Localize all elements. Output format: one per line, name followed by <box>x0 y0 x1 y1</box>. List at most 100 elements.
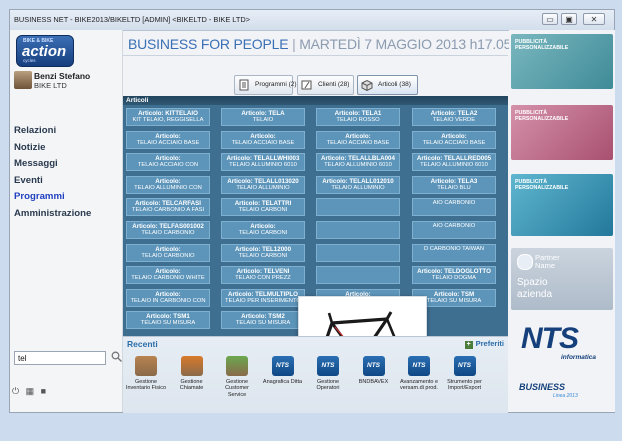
article-card[interactable]: Articolo: TEL12000 TELAIO CARBONI <box>221 243 305 262</box>
partner-line2: Name <box>535 261 556 270</box>
article-code: Articolo: TELALL013020 <box>227 177 299 185</box>
recent-item-label[interactable]: Avanzamento e versam.di prod. <box>398 379 440 392</box>
recent-item-label[interactable]: Gestione Operatori <box>307 379 349 392</box>
recent-item-label[interactable]: Anagrafica Ditta <box>262 379 304 385</box>
article-description: TELAIO CARBONIO <box>141 230 195 236</box>
article-card[interactable]: Articolo: TSM1 TELAIO SU MISURA <box>126 311 210 330</box>
calls-icon[interactable] <box>180 356 203 376</box>
article-card[interactable]: Articolo: TELA1 TELAIO ROSSO <box>316 108 400 126</box>
article-card[interactable]: Articolo: TELAIO IN CARBONIO CON <box>126 288 210 307</box>
article-card[interactable]: Articolo: TELAIO CARBONI <box>221 221 305 239</box>
customer-service-icon[interactable] <box>226 356 248 376</box>
article-card[interactable]: Articolo: TELALLRED005 TELAIO ALLUMINIO 6… <box>412 153 496 172</box>
brand-logo: BIKE & BIKE action cycles <box>16 35 74 67</box>
article-card[interactable]: Articolo: TELCARFASI TELAIO CARBONIO A FA… <box>126 198 210 217</box>
article-description: D CARBONIO TAIWAN <box>423 245 485 252</box>
minimize-button[interactable]: ▭ <box>542 13 558 25</box>
nts-icon[interactable]: NTS <box>362 356 385 376</box>
nts-icon[interactable]: NTS <box>408 356 430 376</box>
tab-articoli[interactable]: Articoli (38) <box>357 75 418 95</box>
article-code: Articolo: TELALLBLA004 <box>321 155 395 163</box>
article-code: Articolo: <box>441 132 467 140</box>
favorites-link[interactable]: + Preferiti <box>464 339 504 349</box>
article-card[interactable]: Articolo: TELDOGLOTTO TELAIO DOGMA <box>412 266 496 285</box>
article-card[interactable]: Articolo: TELA TELAIO <box>221 108 305 126</box>
recent-item-label[interactable]: Gestione Customer Service <box>216 379 258 398</box>
article-description: TELAIO ACCIAIO BASE <box>231 139 295 146</box>
inventory-icon[interactable] <box>135 356 157 376</box>
article-card[interactable]: Articolo: TELMULTIPLO TELAIO PER INSERIME… <box>221 288 305 307</box>
article-card[interactable]: Articolo: TELALL013020 TELAIO ALLUMINIO <box>221 175 305 194</box>
tab-programmi[interactable]: Programmi (2) <box>234 75 297 95</box>
search-input[interactable]: tel <box>14 351 106 365</box>
article-card[interactable]: AIO CARBONIO <box>412 221 496 239</box>
menu-item-notizie[interactable]: Notizie <box>10 142 120 159</box>
tab-clienti[interactable]: Clienti (28) <box>297 75 354 95</box>
menu-item-relazioni[interactable]: Relazioni <box>10 125 120 142</box>
article-card[interactable]: AIO CARBONIO <box>412 198 496 217</box>
article-card[interactable]: Articolo: TELALL012010 TELAIO ALLUMINIO <box>316 175 400 194</box>
article-card[interactable]: Articolo: TELVENI TELAIO CON PREZZ <box>221 266 305 285</box>
article-description: TELAIO CARBONI <box>238 207 288 214</box>
nts-icon[interactable]: NTS <box>317 356 339 376</box>
article-card[interactable]: Articolo: TELAIO ALLUMINIO CON <box>126 175 210 194</box>
partner-name: Partner Name <box>535 254 560 270</box>
recent-item-label[interactable]: Strumento per Import/Export <box>444 379 486 392</box>
window-icon[interactable]: ■ <box>41 386 46 396</box>
article-card[interactable]: Articolo: TELAIO ACCIAIO BASE <box>316 130 400 149</box>
article-code: Articolo: TELA1 <box>334 110 382 117</box>
article-card[interactable]: Articolo: TELA2 TELAIO VERDE <box>412 108 496 126</box>
recent-item-label[interactable]: Gestione Inventario Fisico <box>125 379 167 392</box>
user-name: Benzi Stefano <box>34 71 91 81</box>
article-card[interactable]: Articolo: TELAIO ACCIAIO BASE <box>412 130 496 149</box>
article-code: Articolo: <box>250 223 276 230</box>
article-card[interactable]: Articolo: TELFAS001002 TELAIO CARBONIO <box>126 221 210 239</box>
power-icon[interactable]: ⏻ <box>12 386 19 396</box>
maximize-button[interactable]: ▣ <box>561 13 577 25</box>
article-card[interactable]: Articolo: TELAIO CARBONIO WHITE <box>126 266 210 285</box>
close-button[interactable]: ✕ <box>583 13 605 25</box>
article-code: Articolo: TSM2 <box>241 313 285 321</box>
menu-item-programmi[interactable]: Programmi <box>10 191 120 208</box>
article-card[interactable]: Articolo: TELALLBLA004 TELAIO ALLUMINIO 6… <box>316 153 400 172</box>
menu-item-eventi[interactable]: Eventi <box>10 175 120 192</box>
ad-banner-3[interactable]: PUBBLICITÀ PERSONALIZZABILE <box>511 174 613 236</box>
article-card[interactable]: Articolo: TSM2 TELAIO SU MISURA <box>221 311 305 330</box>
article-card[interactable]: D CARBONIO TAIWAN <box>412 243 496 262</box>
recent-item-label[interactable]: Gestione Chiamate <box>171 379 213 392</box>
calculator-icon[interactable]: ▦ <box>26 386 35 396</box>
article-code: Articolo: <box>155 132 181 140</box>
header-divider <box>123 55 508 56</box>
article-card[interactable]: Articolo: TELA3 TELAIO BLU <box>412 175 496 194</box>
ad-banner-2[interactable]: PUBBLICITÀ PERSONALIZZABILE <box>511 105 613 160</box>
article-description: TELAIO ROSSO <box>336 117 380 123</box>
article-card[interactable]: Articolo: TELAIO ACCIAIO BASE <box>221 130 305 149</box>
partner-space-label: Spazio azienda <box>517 277 552 301</box>
article-card[interactable] <box>316 266 400 285</box>
article-code: Articolo: TELATTRI <box>234 200 292 208</box>
menu-item-messaggi[interactable]: Messaggi <box>10 158 120 175</box>
article-card[interactable]: Articolo: TELAIO CARBONIO <box>126 243 210 262</box>
nts-icon[interactable]: NTS <box>271 356 294 376</box>
article-description: TELAIO IN CARBONIO CON <box>130 297 206 304</box>
article-card[interactable]: Articolo: KITTELAIO KIT TELAIO, REGGISELL… <box>126 108 210 126</box>
partner-space[interactable]: Partner Name Spazio azienda <box>511 248 613 310</box>
article-code: Articolo: <box>155 268 181 276</box>
business-logo-sub: Linea 2013 <box>553 393 578 399</box>
nts-icon[interactable]: NTS <box>453 356 476 376</box>
article-card[interactable]: Articolo: TELAIO ACCIAIO CON <box>126 153 210 172</box>
avatar <box>14 71 32 89</box>
ad-banner-1[interactable]: PUBBLICITÀ PERSONALIZZABILE <box>511 34 613 89</box>
recent-item-label[interactable]: BNDBAVEX <box>353 379 395 385</box>
ad-banner-3-text: PUBBLICITÀ PERSONALIZZABILE <box>515 179 569 191</box>
search-icon[interactable] <box>111 351 122 362</box>
article-card[interactable] <box>316 198 400 217</box>
brand-logo-line3: cycles <box>23 58 36 63</box>
article-card[interactable]: Articolo: TELALLWHI003 TELAIO ALLUMINIO 6… <box>221 153 305 172</box>
article-card[interactable] <box>316 221 400 239</box>
menu-item-amministrazione[interactable]: Amministrazione <box>10 208 120 225</box>
article-card[interactable]: Articolo: TELAIO ACCIAIO BASE <box>126 130 210 149</box>
article-card[interactable]: Articolo: TELATTRI TELAIO CARBONI <box>221 198 305 217</box>
user-company: BIKE LTD <box>34 81 67 90</box>
article-card[interactable] <box>316 243 400 262</box>
